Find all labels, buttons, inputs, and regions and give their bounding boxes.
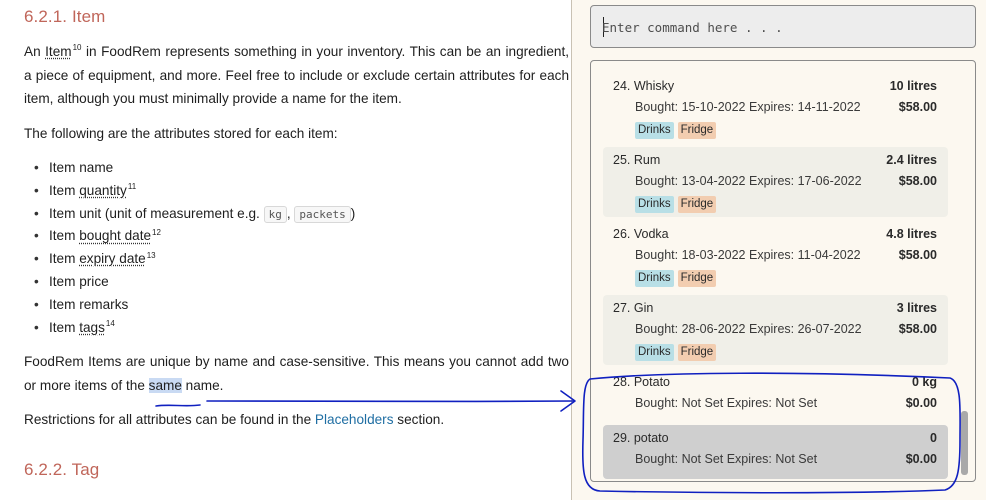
list-item: Item quantity11 [34,180,355,203]
list-item: Item unit (unit of measurement e.g. kg, … [34,203,355,226]
footnote-ref[interactable]: 13 [147,251,156,260]
text: Item name [49,160,114,175]
command-box[interactable] [590,5,976,48]
item-name: 25. Rum [613,153,661,167]
item-quantity: 4.8 litres [886,227,937,241]
tag-fridge: Fridge [677,344,717,361]
text: An [24,44,46,59]
item-name: 28. Potato [613,375,670,389]
item-dates: Bought: 28-06-2022 Expires: 26-07-2022 [635,322,862,336]
footnote-ref[interactable]: 12 [152,228,161,237]
tag-drinks: Drinks [635,270,674,287]
tag-fridge: Fridge [677,196,717,213]
attribute-list: Item name Item quantity11 Item unit (uni… [34,157,355,339]
code-packets: packets [294,205,351,223]
text: section. [393,412,445,427]
tag-drinks: Drinks [635,344,674,361]
item-name: 29. potato [613,431,669,445]
item-card-selected[interactable]: 29. potato 0 Bought: Not Set Expires: No… [603,425,948,479]
text: FoodRem Items are unique by name and cas… [24,354,569,393]
item-dates: Bought: 13-04-2022 Expires: 17-06-2022 [635,174,862,188]
item-name: 26. Vodka [613,227,669,241]
item-card[interactable]: 28. Potato 0 kg Bought: Not Set Expires:… [603,369,948,421]
tag-fridge: Fridge [677,270,717,287]
item-dates: Bought: 15-10-2022 Expires: 14-11-2022 [635,100,861,114]
uniqueness-paragraph: FoodRem Items are unique by name and cas… [24,350,569,397]
item-description-paragraph: An Item10 in FoodRem represents somethin… [24,40,569,111]
text: in FoodRem represents something in your … [24,44,569,106]
text: Item price [49,273,109,289]
text: Item [49,228,80,244]
glossary-term-quantity[interactable]: quantity [79,183,127,198]
item-price: $58.00 [898,248,937,262]
text: Item [49,319,80,335]
attributes-intro: The following are the attributes stored … [24,126,338,141]
text: Restrictions for all attributes can be f… [24,412,315,427]
text: Item [49,182,80,198]
section-heading-tag: 6.2.2. Tag [24,460,100,479]
tag-drinks: Drinks [635,196,674,213]
item-tags: Drinks Fridge [635,270,717,287]
item-quantity: 10 litres [889,79,937,93]
restrictions-paragraph: Restrictions for all attributes can be f… [24,408,569,432]
item-quantity: 3 litres [896,301,937,315]
text: Item remarks [49,296,129,312]
item-price: $0.00 [905,452,937,466]
item-name: 24. Whisky [613,79,675,93]
item-price: $58.00 [898,174,937,188]
item-card[interactable]: 27. Gin 3 litres Bought: 28-06-2022 Expi… [603,295,948,365]
command-input[interactable] [602,15,962,39]
user-guide-document: 6.2.1. Item An Item10 in FoodRem represe… [0,0,575,500]
placeholders-link[interactable]: Placeholders [315,412,394,427]
highlighted-word: same [148,377,182,393]
item-quantity: 0 kg [911,375,937,389]
item-tags: Drinks Fridge [635,344,717,361]
item-price: $58.00 [898,322,937,336]
footnote-ref[interactable]: 10 [73,43,82,52]
item-list-panel[interactable]: 24. Whisky 10 litres Bought: 15-10-2022 … [590,60,976,482]
text: ) [350,205,356,221]
list-item: Item name [34,157,355,180]
list-item: Item bought date12 [34,225,355,248]
item-price: $58.00 [898,100,937,114]
item-card[interactable]: 24. Whisky 10 litres Bought: 15-10-2022 … [603,73,948,143]
item-tags: Drinks Fridge [635,122,717,139]
footnote-ref[interactable]: 11 [128,182,136,191]
text: name. [181,377,224,393]
list-item: Item remarks [34,294,355,317]
item-card[interactable]: 26. Vodka 4.8 litres Bought: 18-03-2022 … [603,221,948,291]
glossary-term-expiry-date[interactable]: expiry date [79,251,146,266]
item-dates: Bought: 18-03-2022 Expires: 11-04-2022 [635,248,861,262]
item-card[interactable]: 25. Rum 2.4 litres Bought: 13-04-2022 Ex… [603,147,948,217]
item-dates: Bought: Not Set Expires: Not Set [635,452,818,466]
footnote-ref[interactable]: 14 [106,319,115,328]
list-item: Item price [34,271,355,294]
foodrem-app-window: 24. Whisky 10 litres Bought: 15-10-2022 … [571,0,986,500]
code-kg: kg [263,205,287,223]
item-quantity: 2.4 litres [886,153,937,167]
item-quantity: 0 [930,431,937,445]
list-scrollbar-thumb[interactable] [961,411,968,475]
item-name: 27. Gin [613,301,654,315]
item-tags: Drinks Fridge [635,196,717,213]
tag-drinks: Drinks [635,122,674,139]
list-item: Item expiry date13 [34,248,355,271]
glossary-term-bought-date[interactable]: bought date [79,228,151,243]
section-heading-item: 6.2.1. Item [24,7,106,26]
list-item: Item tags14 [34,317,355,340]
glossary-term-item[interactable]: Item [45,44,71,59]
tag-fridge: Fridge [677,122,717,139]
text: Item unit (unit of measurement e.g. [49,205,264,221]
item-price: $0.00 [905,396,937,410]
glossary-term-tags[interactable]: tags [79,320,105,335]
text: Item [49,251,80,267]
item-dates: Bought: Not Set Expires: Not Set [635,396,818,410]
